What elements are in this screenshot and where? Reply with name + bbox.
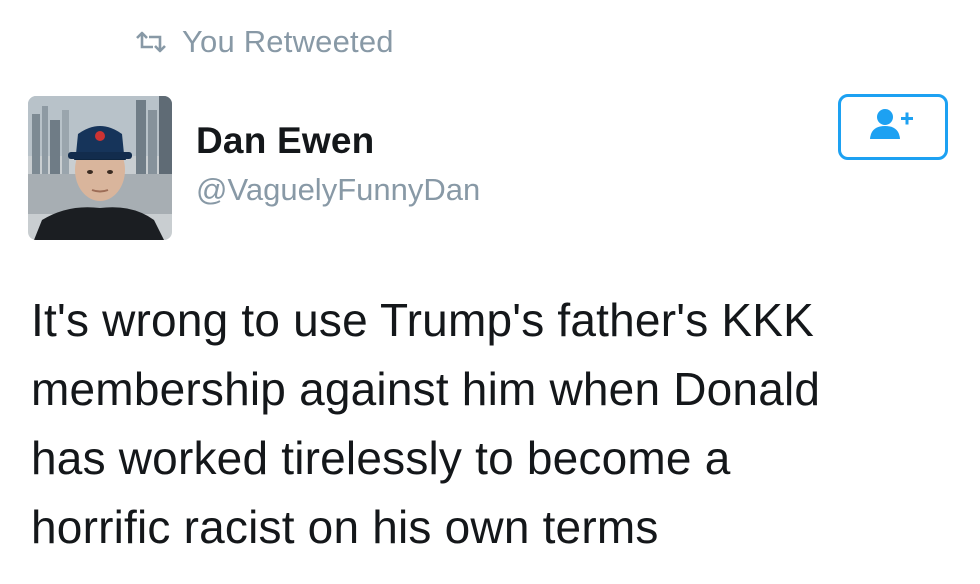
tweet-line: has worked tirelessly to become a [31,432,731,484]
retweet-icon [134,31,168,53]
tweet-line: It's wrong to use Trump's father's KKK [31,294,815,346]
author-handle[interactable]: @VaguelyFunnyDan [196,172,480,208]
author-name[interactable]: Dan Ewen [196,120,374,162]
follow-user-plus-icon [867,105,919,150]
retweet-header: You Retweeted [134,22,394,62]
follow-button[interactable] [838,94,948,160]
avatar[interactable] [28,96,172,240]
tweet-text: It's wrong to use Trump's father's KKK m… [31,286,961,562]
tweet-line: horrific racist on his own terms [31,501,659,553]
retweet-label: You Retweeted [182,24,394,59]
tweet-line: membership against him when Donald [31,363,821,415]
